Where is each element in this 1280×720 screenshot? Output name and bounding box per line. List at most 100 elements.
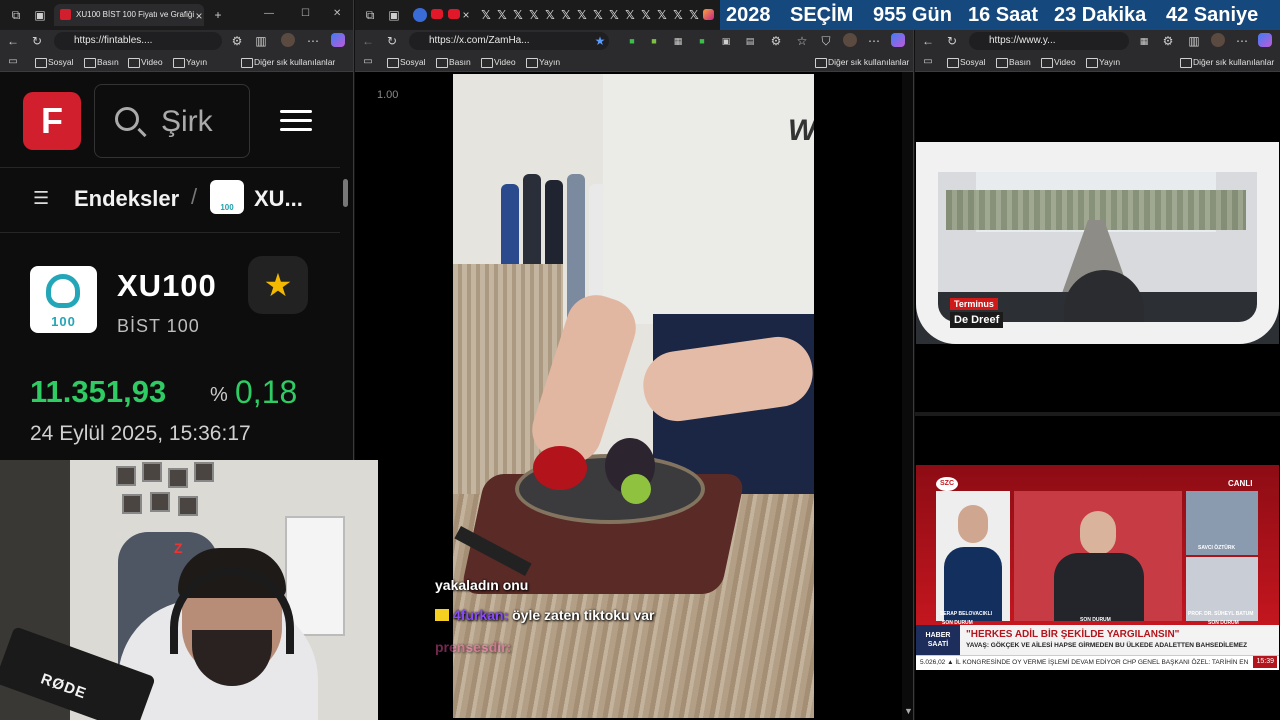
bookmark-folder[interactable]: Yayın [172,55,207,69]
hamburger-menu-icon[interactable] [280,110,312,132]
extensions-puzzle-icon[interactable]: ⚙ [769,34,783,48]
x-tab-icon[interactable]: 𝕏 [607,8,621,22]
more-menu-icon[interactable]: ⋯ [867,34,881,48]
scrollbar-thumb[interactable] [343,179,348,207]
back-icon[interactable]: ← [361,34,375,48]
close-window-icon[interactable]: ✕ [333,8,341,19]
bookmark-folder[interactable]: Basın [83,55,119,69]
maximize-icon[interactable]: ☐ [301,8,310,19]
reading-list-icon[interactable]: ▭ [6,55,20,69]
extension-icon[interactable]: ▤ [743,34,757,48]
profile-avatar-icon[interactable] [843,33,857,47]
url-field[interactable]: https://fintables.... [54,32,222,50]
x-tab-icon[interactable]: 𝕏 [671,8,685,22]
other-bookmarks[interactable]: Diğer sık kullanılanlar [240,55,335,69]
tab-actions-icon[interactable]: ▣ [387,8,401,22]
extensions-puzzle-icon[interactable]: ⚙ [1161,34,1175,48]
tab-fintables[interactable]: XU100 BİST 100 Fiyatı ve Grafiği [54,4,204,26]
x-tab-icon[interactable]: 𝕏 [687,8,701,22]
news-livestream[interactable]: SZC CANLI SERAP BELOVACIKLI SON DURUM SA… [916,465,1279,670]
chat-username[interactable]: prensesdir: [435,639,511,655]
news-ticker: 5.026,02 ▲ İL KONGRESİNDE OY VERME İŞLEM… [916,655,1279,670]
browser-window-youtube: ← ↻ https://www.y... ▦ ⚙ ▥ ⋯ ▭ Sosyal Ba… [915,0,1280,720]
shield-icon[interactable]: ⛉ [819,34,833,48]
split-screen-icon[interactable]: ▥ [1187,34,1201,48]
copilot-icon[interactable] [1258,33,1272,47]
refresh-icon[interactable]: ↻ [385,34,399,48]
refresh-icon[interactable]: ↻ [30,34,44,48]
page-scrollbar[interactable]: ▼ [902,72,913,720]
youtube-tab-icon[interactable] [431,9,443,19]
tab-actions-icon[interactable]: ▣ [33,8,47,22]
live-badge: CANLI [1228,479,1253,488]
address-bar: ← ↻ https://www.y... ▦ ⚙ ▥ ⋯ [915,30,1280,52]
x-tab-icon[interactable]: 𝕏 [511,8,525,22]
reading-list-icon[interactable]: ▭ [921,55,935,69]
x-tab-icon[interactable]: 𝕏 [527,8,541,22]
profile-avatar-icon[interactable] [281,33,295,47]
playback-rate[interactable]: 1.00 [377,89,398,101]
bookmark-folder[interactable]: Sosyal [946,55,986,69]
bookmark-folder[interactable]: Video [480,55,516,69]
url-field[interactable]: https://www.y... [969,32,1129,50]
bookmark-folder[interactable]: Yayın [525,55,560,69]
fintables-logo[interactable]: F [23,92,81,150]
scroll-down-icon[interactable]: ▼ [904,706,913,716]
breadcrumb-root[interactable]: Endeksler [74,186,179,212]
favorite-star-icon[interactable]: ★ [593,34,607,48]
bookmark-folder[interactable]: Basın [435,55,471,69]
copilot-icon[interactable] [331,33,345,47]
new-tab-icon[interactable]: + [211,8,225,22]
x-tab-icon[interactable]: 𝕏 [623,8,637,22]
news-clock: 15:39 [1253,656,1277,668]
back-icon[interactable]: ← [6,34,20,48]
bookmark-folder[interactable]: Video [1040,55,1076,69]
search-input[interactable]: Şirk [94,84,250,158]
bookmark-folder[interactable]: Video [127,55,163,69]
minimize-icon[interactable]: — [264,8,274,19]
refresh-icon[interactable]: ↻ [945,34,959,48]
instagram-tab-icon[interactable] [703,9,714,20]
other-bookmarks[interactable]: Diğer sık kullanılanlar [814,55,909,69]
split-screen-icon[interactable]: ▥ [254,34,268,48]
extensions-icon[interactable]: ⚙ [230,34,244,48]
close-tab-icon[interactable]: × [192,9,206,23]
webcam-photo-frames [116,462,226,532]
copilot-icon[interactable] [891,33,905,47]
x-tab-icon[interactable]: 𝕏 [495,8,509,22]
extension-icon[interactable]: ■ [625,34,639,48]
x-tab-icon[interactable]: 𝕏 [559,8,573,22]
other-bookmarks[interactable]: Diğer sık kullanılanlar [1179,55,1274,69]
favorite-star-icon[interactable]: ★ [248,256,308,314]
x-tab-icon[interactable]: 𝕏 [575,8,589,22]
reading-list-icon[interactable]: ▭ [361,55,375,69]
x-tab-icon[interactable]: 𝕏 [479,8,493,22]
extension-icon[interactable]: ▦ [671,34,685,48]
news-headline: "HERKES ADİL BİR ŞEKİLDE YARGILANSIN" [966,629,1180,640]
favorites-icon[interactable]: ☆ [795,34,809,48]
bookmark-folder[interactable]: Yayın [1085,55,1120,69]
extension-icon[interactable]: ▦ [1137,34,1151,48]
more-menu-icon[interactable]: ⋯ [1235,34,1249,48]
workspaces-icon[interactable]: ⧉ [9,8,23,22]
x-tab-icon[interactable]: 𝕏 [639,8,653,22]
x-tab-icon[interactable]: 𝕏 [655,8,669,22]
pinned-tab-icon[interactable] [413,8,427,22]
workspaces-icon[interactable]: ⧉ [363,8,377,22]
extension-icon[interactable]: ■ [647,34,661,48]
bookmark-folder[interactable]: Sosyal [34,55,74,69]
countdown-year: 2028 [726,4,771,26]
x-tab-icon[interactable]: 𝕏 [591,8,605,22]
bookmark-folder[interactable]: Sosyal [386,55,426,69]
back-icon[interactable]: ← [921,34,935,48]
profile-avatar-icon[interactable] [1211,33,1225,47]
chat-username[interactable]: 4furkan: [453,607,508,623]
more-menu-icon[interactable]: ⋯ [306,34,320,48]
extension-icon[interactable]: ▣ [719,34,733,48]
x-tab-icon[interactable]: 𝕏 [543,8,557,22]
extension-icon[interactable]: ■ [695,34,709,48]
url-field[interactable]: https://x.com/ZamHa... [409,32,609,50]
tram-livestream[interactable]: Terminus De Dreef [916,142,1279,344]
close-tab-icon[interactable]: × [459,8,473,22]
bookmark-folder[interactable]: Basın [995,55,1031,69]
